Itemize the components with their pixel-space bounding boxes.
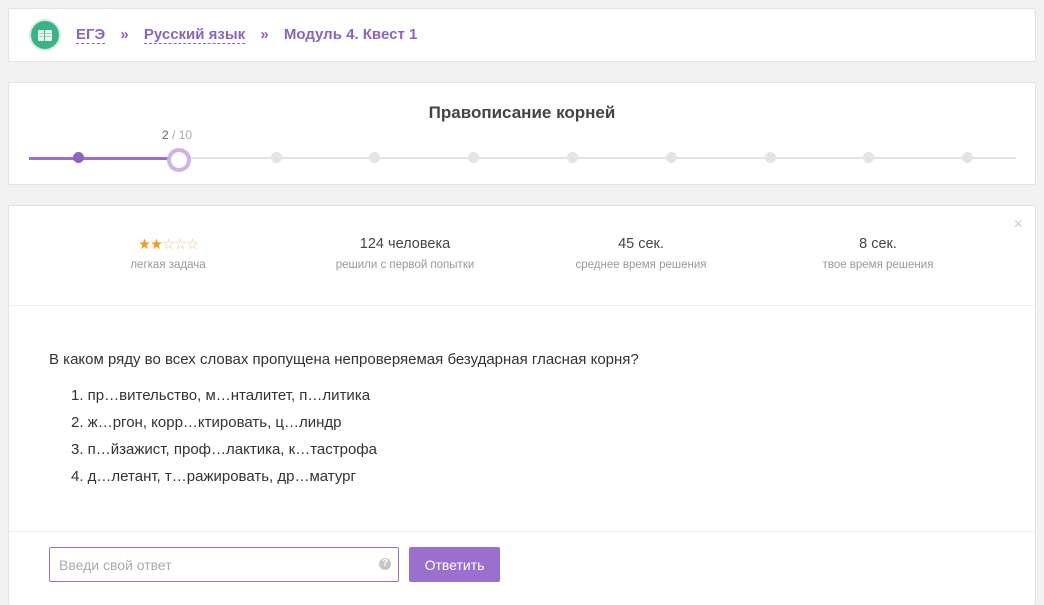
breadcrumb-separator: »	[120, 26, 129, 43]
your-time-value: 8 сек.	[859, 236, 897, 252]
option-item: 2. ж…ргон, корр…ктировать, ц…линдр	[71, 414, 342, 431]
avg-time-value: 45 сек.	[618, 236, 664, 252]
divider	[9, 305, 1035, 306]
close-icon[interactable]: ×	[1014, 216, 1023, 234]
breadcrumb-current: Модуль 4. Квест 1	[283, 26, 418, 43]
difficulty-stars-icon: ★★☆☆☆	[58, 236, 278, 256]
quest-progress-panel: Правописание корней 2 / 10	[8, 82, 1036, 185]
progress-fill	[29, 157, 177, 160]
stat-difficulty: ★★☆☆☆ легкая задача	[58, 236, 278, 271]
stat-solved: 124 человека решили с первой попытки	[295, 236, 515, 271]
topic-title: Правописание корней	[428, 103, 616, 122]
progress-step-3[interactable]	[270, 152, 282, 163]
progress-current: 2	[162, 128, 169, 142]
difficulty-label: легкая задача	[130, 259, 206, 271]
divider	[9, 531, 1035, 532]
option-item: 3. п…йзажист, проф…лактика, к…тастрофа	[71, 441, 377, 458]
progress-step-7[interactable]	[665, 152, 677, 163]
question-text: В каком ряду во всех словах пропущена не…	[49, 351, 639, 368]
your-time-label: твое время решения	[822, 259, 934, 271]
progress-step-5[interactable]	[468, 152, 480, 163]
breadcrumb: ЕГЭ » Русский язык » Модуль 4. Квест 1	[76, 26, 418, 44]
progress-step-9[interactable]	[863, 152, 875, 163]
star-filled-icon: ★★	[138, 237, 163, 253]
breadcrumb-separator: »	[260, 26, 269, 43]
answer-options: 1. пр…вительство, м…нталитет, п…литика 2…	[71, 387, 377, 495]
help-icon[interactable]: ?	[379, 558, 391, 570]
progress-counter: 2 / 10	[162, 128, 192, 142]
star-empty-icon: ☆☆☆	[162, 237, 199, 253]
book-logo-icon[interactable]	[29, 19, 61, 51]
progress-step-6[interactable]	[567, 152, 578, 163]
solved-count: 124 человека	[359, 236, 451, 252]
progress-step-2[interactable]	[166, 148, 191, 172]
breadcrumb-link-russian[interactable]: Русский язык	[143, 26, 246, 44]
progress-total: / 10	[168, 128, 193, 142]
answer-input[interactable]	[49, 547, 399, 582]
option-item: 4. д…летант, т…ражировать, др…матург	[71, 468, 356, 485]
progress-step-8[interactable]	[764, 152, 776, 163]
breadcrumb-link-ege[interactable]: ЕГЭ	[76, 26, 106, 44]
task-panel: × ★★☆☆☆ легкая задача 124 человека решил…	[8, 205, 1036, 605]
stat-avg-time: 45 сек. среднее время решения	[531, 236, 751, 271]
task-stats: ★★☆☆☆ легкая задача 124 человека решили …	[9, 236, 1035, 286]
stat-your-time: 8 сек. твое время решения	[768, 236, 988, 271]
progress-step-1[interactable]	[73, 152, 84, 163]
breadcrumb-bar: ЕГЭ » Русский язык » Модуль 4. Квест 1	[8, 8, 1036, 62]
progress-step-10[interactable]	[962, 152, 974, 163]
submit-answer-button[interactable]: Ответить	[409, 547, 500, 582]
progress-step-4[interactable]	[369, 152, 381, 163]
solved-label: решили с первой попытки	[335, 259, 475, 271]
option-item: 1. пр…вительство, м…нталитет, п…литика	[71, 387, 371, 404]
avg-time-label: среднее время решения	[575, 259, 707, 271]
